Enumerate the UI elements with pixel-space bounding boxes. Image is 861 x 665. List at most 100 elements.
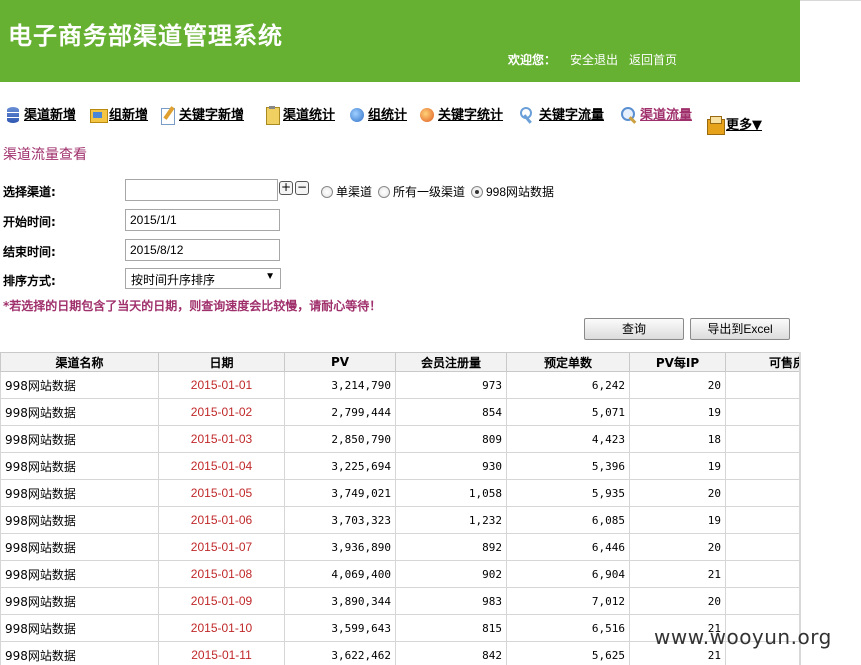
cell-pv: 3,936,890: [284, 533, 396, 561]
nav-group-stats[interactable]: 组统计: [348, 94, 407, 124]
end-time-label: 结束时间:: [3, 245, 56, 259]
header-bookings[interactable]: 预定单数: [506, 352, 630, 372]
page-title: 渠道流量查看: [3, 147, 87, 163]
cell-date: 2015-01-10: [158, 614, 285, 642]
nav-label: 关键字流量: [539, 108, 605, 123]
cell-pv-per-ip: 20: [629, 371, 726, 399]
start-time-input[interactable]: [125, 209, 280, 231]
app-title: 电子商务部渠道管理系统: [8, 22, 283, 50]
cell-bookings: 4,423: [506, 425, 630, 453]
traffic-table-container[interactable]: 渠道名称 日期 PV 会员注册量 预定单数 PV每IP 可售房间 998网站数据…: [0, 352, 800, 665]
nav-label: 渠道统计: [283, 108, 336, 123]
cell-registrations: 973: [395, 371, 507, 399]
channel-input[interactable]: [125, 179, 278, 201]
cell-bookings: 6,446: [506, 533, 630, 561]
header-member-registrations[interactable]: 会员注册量: [395, 352, 507, 372]
radio-label: 所有一级渠道: [393, 185, 466, 199]
cell-registrations: 815: [395, 614, 507, 642]
cell-bookings: 7,012: [506, 587, 630, 615]
cell-pv-per-ip: 18: [629, 425, 726, 453]
cell-date: 2015-01-03: [158, 425, 285, 453]
dropdown-arrow-icon: ▼: [265, 271, 275, 282]
nav-label: 组新增: [109, 108, 149, 123]
cell-channel: 998网站数据: [0, 533, 159, 561]
cell-channel: 998网站数据: [0, 614, 159, 642]
nav-label: 更多▼: [726, 118, 762, 133]
cell-pv-per-ip: 20: [629, 479, 726, 507]
cell-channel: 998网站数据: [0, 371, 159, 399]
nav-more[interactable]: 更多▼: [706, 104, 762, 135]
nav-keyword-add[interactable]: 关键字新增: [159, 94, 244, 125]
database-icon: [4, 106, 22, 124]
cell-date: 2015-01-07: [158, 533, 285, 561]
header-available-rooms[interactable]: 可售房间: [725, 352, 800, 372]
cell-rooms: 1: [725, 560, 800, 588]
cell-registrations: 930: [395, 452, 507, 480]
radio-all-level1[interactable]: 所有一级渠道: [378, 183, 465, 200]
cell-rooms: 1: [725, 371, 800, 399]
cell-pv-per-ip: 19: [629, 398, 726, 426]
cell-registrations: 892: [395, 533, 507, 561]
end-time-input[interactable]: [125, 239, 280, 261]
table-row: 998网站数据2015-01-053,749,0211,0585,935201: [0, 479, 800, 507]
nav-group-add[interactable]: 组新增: [89, 94, 148, 124]
welcome-text: 欢迎您：: [508, 53, 557, 67]
logout-link[interactable]: 安全退出: [570, 51, 618, 68]
more-icon: [706, 116, 725, 135]
nav-channel-add[interactable]: 渠道新增: [4, 94, 76, 124]
home-link[interactable]: 返回首页: [629, 51, 677, 68]
sort-select[interactable]: 按时间升序排序 ▼: [125, 268, 281, 289]
cell-channel: 998网站数据: [0, 452, 159, 480]
cell-rooms: 1: [725, 479, 800, 507]
sort-label: 排序方式:: [3, 274, 56, 288]
sort-select-value: 按时间升序排序: [131, 273, 216, 287]
cell-pv: 3,599,643: [284, 614, 396, 642]
radio-998-site[interactable]: 998网站数据: [471, 183, 554, 200]
table-row: 998网站数据2015-01-063,703,3231,2326,085191: [0, 506, 800, 534]
cell-pv-per-ip: 19: [629, 452, 726, 480]
group-icon: [89, 106, 108, 124]
export-excel-button[interactable]: 导出到Excel: [690, 318, 790, 340]
nav-channel-traffic[interactable]: 渠道流量: [620, 94, 692, 124]
cell-date: 2015-01-06: [158, 506, 285, 534]
cell-bookings: 6,904: [506, 560, 630, 588]
radio-label: 998网站数据: [486, 185, 555, 199]
cell-rooms: 1: [725, 533, 800, 561]
cell-bookings: 6,516: [506, 614, 630, 642]
cell-date: 2015-01-02: [158, 398, 285, 426]
cell-pv: 2,799,444: [284, 398, 396, 426]
remove-channel-button[interactable]: −: [295, 181, 309, 195]
table-row: 998网站数据2015-01-022,799,4448545,071191: [0, 398, 800, 426]
nav-keyword-stats[interactable]: 关键字统计: [418, 94, 503, 124]
cell-channel: 998网站数据: [0, 641, 159, 665]
nav-channel-stats[interactable]: 渠道统计: [263, 94, 336, 125]
cell-bookings: 5,071: [506, 398, 630, 426]
cell-registrations: 854: [395, 398, 507, 426]
header-channel-name[interactable]: 渠道名称: [0, 352, 159, 372]
cell-pv: 4,069,400: [284, 560, 396, 588]
cell-pv-per-ip: 21: [629, 560, 726, 588]
cell-date: 2015-01-11: [158, 641, 285, 665]
table-row: 998网站数据2015-01-073,936,8908926,446201: [0, 533, 800, 561]
cell-pv-per-ip: 19: [629, 506, 726, 534]
cell-date: 2015-01-05: [158, 479, 285, 507]
globe-chart-icon: [418, 106, 436, 124]
nav-keyword-traffic[interactable]: 关键字流量: [519, 94, 604, 124]
radio-single-channel[interactable]: 单渠道: [321, 183, 372, 200]
header-date[interactable]: 日期: [158, 352, 285, 372]
header-pv-per-ip[interactable]: PV每IP: [629, 352, 726, 372]
cell-date: 2015-01-08: [158, 560, 285, 588]
header-pv[interactable]: PV: [284, 352, 396, 372]
cell-channel: 998网站数据: [0, 425, 159, 453]
table-row: 998网站数据2015-01-084,069,4009026,904211: [0, 560, 800, 588]
query-button[interactable]: 查询: [584, 318, 684, 340]
cell-pv: 3,214,790: [284, 371, 396, 399]
cell-channel: 998网站数据: [0, 398, 159, 426]
add-channel-button[interactable]: +: [279, 181, 293, 195]
start-time-label: 开始时间:: [3, 215, 56, 229]
cell-bookings: 6,242: [506, 371, 630, 399]
notice-text: *若选择的日期包含了当天的日期，则查询速度会比较慢，请耐心等待！: [3, 299, 382, 313]
cell-bookings: 5,396: [506, 452, 630, 480]
nav-label: 关键字统计: [438, 108, 504, 123]
key-icon: [519, 106, 537, 124]
